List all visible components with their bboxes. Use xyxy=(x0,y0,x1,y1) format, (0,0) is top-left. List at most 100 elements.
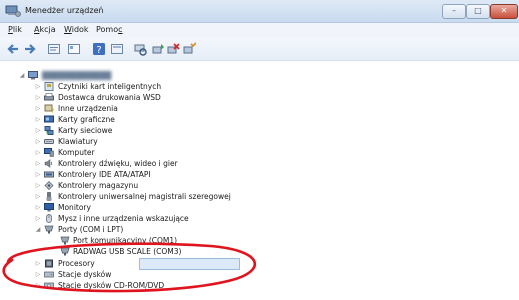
expand-icon[interactable]: ▷ xyxy=(34,158,42,169)
svg-text:?: ? xyxy=(51,108,54,113)
tree-label: Monitory xyxy=(58,203,91,212)
tree-item-ide[interactable]: ▷ Kontrolery IDE ATA/ATAPI xyxy=(0,169,300,180)
tree-label: Klawiatury xyxy=(58,137,98,146)
computer-icon xyxy=(28,71,38,80)
expand-icon[interactable]: ▷ xyxy=(34,103,42,114)
tree-label: Dostawca drukowania WSD xyxy=(58,93,161,102)
menu-plik[interactable]: Plik xyxy=(8,25,22,34)
tree-label: Procesory xyxy=(58,259,95,268)
tree-label: Stacje dysków CD-ROM/DVD xyxy=(58,281,165,290)
expand-icon[interactable]: ▷ xyxy=(34,202,42,213)
minimize-button[interactable]: – xyxy=(442,4,466,19)
tree-item-stacje-dyskow[interactable]: ▷ Stacje dysków xyxy=(0,269,300,280)
port-icon xyxy=(44,225,54,234)
tree-label: Komputer xyxy=(58,148,95,157)
show-hidden-icon[interactable] xyxy=(110,42,124,56)
tree-label: Kontrolery uniwersalnej magistrali szere… xyxy=(58,192,231,201)
toolbar: ? xyxy=(0,38,519,61)
tree-item-inne[interactable]: ▷ ? Inne urządzenia xyxy=(0,103,300,114)
window-title: Menedżer urządzeń xyxy=(25,6,104,15)
tree-item-usb[interactable]: ▷ Kontrolery uniwersalnej magistrali sze… xyxy=(0,191,320,202)
tree-item-komputer[interactable]: ▷ Komputer xyxy=(0,147,300,158)
menu-pomoc[interactable]: Pomoc xyxy=(96,25,123,34)
tree-label: Stacje dysków xyxy=(58,270,112,279)
uninstall-icon[interactable] xyxy=(182,42,196,56)
tree-item-cdrom[interactable]: ▷ Stacje dysków CD-ROM/DVD xyxy=(0,280,300,291)
menu-bar: Plik Akcja Widok Pomoc xyxy=(0,23,519,38)
expand-icon[interactable]: ▷ xyxy=(34,258,42,269)
keyboard-icon xyxy=(44,139,54,144)
svg-text:?: ? xyxy=(96,45,101,56)
collapse-icon[interactable]: ◢ xyxy=(34,224,42,235)
view-icon[interactable] xyxy=(67,42,81,56)
expand-icon[interactable]: ▷ xyxy=(34,180,42,191)
port-icon xyxy=(60,247,70,256)
expand-icon[interactable]: ▷ xyxy=(34,169,42,180)
scan-hardware-icon[interactable] xyxy=(133,42,147,56)
expand-icon[interactable]: ▷ xyxy=(34,114,42,125)
device-tree: ◢ ████████████ ▷ Czytniki kart inteligen… xyxy=(0,62,519,300)
cdrom-icon xyxy=(44,282,54,289)
tree-item-monitory[interactable]: ▷ Monitory xyxy=(0,202,300,213)
tree-label: Inne urządzenia xyxy=(58,104,118,113)
tree-item-com1[interactable]: Port komunikacyjny (COM1) xyxy=(0,235,300,246)
tree-item-mysz[interactable]: ▷ Mysz i inne urządzenia wskazujące xyxy=(0,213,300,224)
expand-icon[interactable]: ▷ xyxy=(34,191,42,202)
tree-item-czytniki[interactable]: ▷ Czytniki kart inteligentnych xyxy=(0,81,300,92)
selection-highlight xyxy=(139,258,240,270)
expand-icon[interactable]: ▷ xyxy=(34,125,42,136)
disable-icon[interactable] xyxy=(166,42,180,56)
printer-icon xyxy=(44,93,54,101)
tree-label: Mysz i inne urządzenia wskazujące xyxy=(58,214,189,223)
monitor-icon xyxy=(44,203,54,212)
storage-controller-icon xyxy=(44,181,54,190)
port-icon xyxy=(60,236,70,245)
tree-item-klawiatury[interactable]: ▷ Klawiatury xyxy=(0,136,300,147)
sound-icon xyxy=(44,159,53,168)
tree-label: Kontrolery dźwięku, wideo i gier xyxy=(58,159,178,168)
update-driver-icon[interactable] xyxy=(151,42,165,56)
tree-item-porty[interactable]: ◢ Porty (COM i LPT) xyxy=(0,224,300,235)
tree-root[interactable]: ◢ ████████████ xyxy=(0,70,200,81)
forward-icon[interactable] xyxy=(23,42,37,56)
ide-controller-icon xyxy=(44,171,54,178)
expand-icon[interactable]: ▷ xyxy=(34,147,42,158)
device-manager-icon xyxy=(5,5,21,17)
properties-icon[interactable] xyxy=(47,42,61,56)
selected-row-overlay[interactable] xyxy=(0,246,300,257)
expand-icon[interactable]: ▷ xyxy=(34,92,42,103)
tree-item-dzwiek[interactable]: ▷ Kontrolery dźwięku, wideo i gier xyxy=(0,158,300,169)
other-device-icon: ? xyxy=(44,104,54,113)
tree-label: Czytniki kart inteligentnych xyxy=(58,82,162,91)
menu-widok[interactable]: Widok xyxy=(64,25,89,34)
computer-icon xyxy=(44,148,54,157)
back-icon[interactable] xyxy=(6,42,20,56)
expand-icon[interactable]: ▷ xyxy=(34,269,42,280)
display-adapter-icon xyxy=(44,115,54,123)
collapse-icon[interactable]: ◢ xyxy=(18,70,26,81)
tree-item-magazynu[interactable]: ▷ Kontrolery magazynu xyxy=(0,180,300,191)
expand-icon[interactable]: ▷ xyxy=(34,81,42,92)
menu-akcja[interactable]: Akcja xyxy=(34,25,56,34)
tree-item-wsd[interactable]: ▷ Dostawca drukowania WSD xyxy=(0,92,300,103)
tree-label: Kontrolery magazynu xyxy=(58,181,139,190)
tree-label: Kontrolery IDE ATA/ATAPI xyxy=(58,170,151,179)
help-icon[interactable]: ? xyxy=(92,42,106,56)
computer-name: ████████████ xyxy=(42,71,112,80)
maximize-button[interactable]: □ xyxy=(466,4,490,19)
network-adapter-icon xyxy=(44,126,54,135)
tree-label: Karty graficzne xyxy=(58,115,115,124)
tree-item-graficzne[interactable]: ▷ Karty graficzne xyxy=(0,114,300,125)
processor-icon xyxy=(45,259,53,268)
expand-icon[interactable]: ▷ xyxy=(34,280,42,291)
usb-controller-icon xyxy=(46,192,52,201)
tree-label: Port komunikacyjny (COM1) xyxy=(73,236,178,245)
tree-label: Porty (COM i LPT) xyxy=(58,225,124,234)
expand-icon[interactable]: ▷ xyxy=(34,213,42,224)
expand-icon[interactable]: ▷ xyxy=(34,136,42,147)
close-button[interactable]: ✕ xyxy=(490,4,518,19)
disk-icon xyxy=(44,271,54,278)
mouse-icon xyxy=(46,214,52,223)
tree-label: Karty sieciowe xyxy=(58,126,113,135)
tree-item-sieciowe[interactable]: ▷ Karty sieciowe xyxy=(0,125,300,136)
